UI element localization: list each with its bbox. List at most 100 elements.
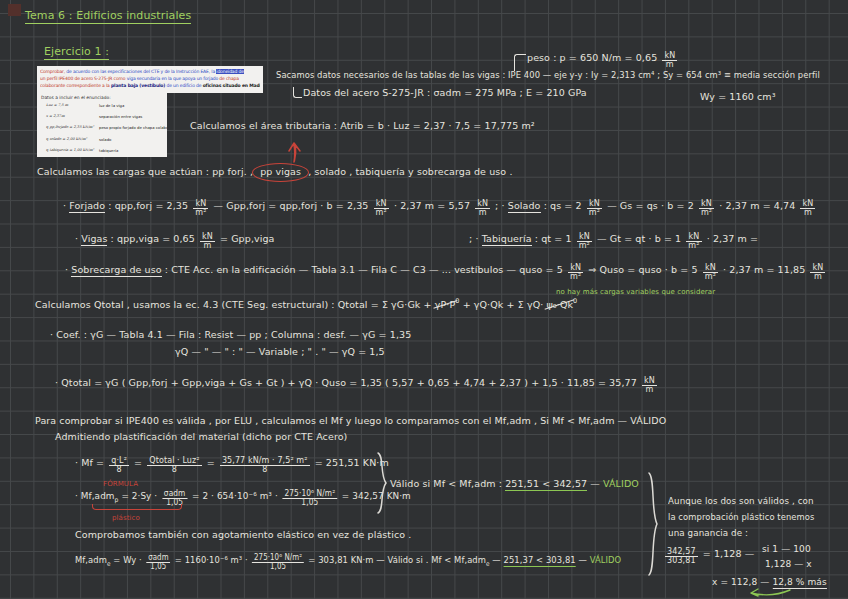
text-segment: · Qtotal = γG ( Gpp,forj + Gpp,viga + Gs… bbox=[55, 377, 640, 388]
text-segment: x = 112,8 — bbox=[712, 576, 772, 587]
text-segment: Calculamos las cargas que actúan : pp fo… bbox=[37, 166, 256, 177]
data-symbol: s = 2,37m bbox=[46, 114, 65, 118]
text-segment: VÁLIDO bbox=[603, 478, 639, 489]
wy-line: Wy = 1160 cm³ bbox=[700, 90, 776, 103]
area-tributaria-line: Calculamos el área tributaria : Atrib = … bbox=[190, 119, 535, 132]
text-segment: Tema 6 : Edificios industriales bbox=[25, 9, 191, 24]
statement-text: oficinas situado en Madrid bbox=[203, 83, 260, 88]
red-arrow-icon bbox=[287, 140, 305, 164]
text-segment: · 2,37 m = 5,57 bbox=[391, 200, 473, 211]
aunque-line-1: Aunque los dos son válidos , con bbox=[668, 494, 814, 507]
ganancia-line: 342,57303,81 = 1,128 — bbox=[663, 547, 754, 565]
text-segment: pp vigas bbox=[252, 163, 309, 182]
coef-g-line: · Coef. : γG — Tabla 4.1 — Fila : Resist… bbox=[50, 328, 411, 341]
text-segment: = 342,57 KN·m bbox=[339, 490, 411, 501]
text-segment: : CTE Acc. en la edificación — Tabla 3.1… bbox=[162, 264, 566, 275]
text-segment: · Mf = bbox=[75, 457, 107, 468]
data-description: luz de la viga bbox=[99, 103, 124, 108]
statement-text: idoneidad de bbox=[216, 69, 243, 74]
page-title: Tema 6 : Edificios industriales bbox=[25, 9, 191, 22]
fraction: 35,77 kN/m · 7,5² m²8 bbox=[220, 457, 310, 475]
text-segment: Forjado bbox=[69, 200, 105, 213]
text-segment: + γQ·Qk + Σ γQ· bbox=[460, 299, 547, 310]
text-segment: = Wy · bbox=[111, 554, 145, 565]
data-description: separación entre vigas bbox=[99, 114, 142, 119]
comprobamos-line: Comprobamos también con agotamiento elás… bbox=[75, 528, 411, 541]
fraction: kNm² bbox=[587, 200, 602, 218]
problem-data-image: Datos a incluir en el enunciado: Luz = 7… bbox=[37, 93, 167, 157]
text-segment: — Gpp,forj = qpp,forj · b = 2,35 bbox=[210, 200, 371, 211]
fraction: kNm² bbox=[568, 264, 583, 282]
text-segment: = 1160·10⁻⁶ m³ · bbox=[172, 554, 250, 565]
data-box-row: Luz = 7,5 mluz de la viga bbox=[41, 100, 163, 111]
text-segment: Datos del acero S-275-JR : σadm = 275 MP… bbox=[303, 87, 587, 98]
data-symbol: q solado = 2,00 kN/m² bbox=[46, 137, 87, 141]
statement-text: de chapa bbox=[219, 76, 239, 81]
text-segment: · Mf,adm bbox=[75, 490, 115, 501]
text-segment: FÓRMULA bbox=[103, 480, 138, 488]
data-symbol: q pp,forjado = 2,35 kN/m² bbox=[46, 125, 94, 129]
plastico-bracket-icon bbox=[92, 504, 182, 510]
fraction: kNm bbox=[810, 264, 825, 282]
text-segment: : qpp,viga = 0,65 bbox=[107, 233, 198, 244]
coef-q-line: γQ — " — " : " — Variable ; " . " — γQ =… bbox=[175, 345, 385, 358]
data-description: peso propio forjado de chapa colaborante bbox=[99, 125, 167, 130]
brace-ganancia bbox=[647, 472, 661, 576]
text-segment: Vigas bbox=[81, 233, 107, 246]
data-box-row: q tabiquería = 1,00 kN/m²tabiquería bbox=[41, 145, 163, 156]
mfadm-elastico-line: Mf,adme = Wy · σadm1,05 = 1160·10⁻⁶ m³ ·… bbox=[75, 553, 621, 571]
fraction: 275·10⁶ N/m²1,05 bbox=[252, 554, 304, 572]
text-segment: Comprobamos también con agotamiento elás… bbox=[75, 529, 411, 540]
fraction: kNm bbox=[800, 200, 815, 218]
forjado-solado-line: · Forjado : qpp,forj = 2,35 kNm² — Gpp,f… bbox=[63, 199, 817, 217]
text-segment: Ejercicio 1 : bbox=[44, 45, 109, 60]
statement-text: colaborante correspondiente a la bbox=[40, 83, 111, 88]
x-result-line: x = 112,8 — 12,8 % más bbox=[712, 575, 827, 588]
fraction: kNm bbox=[662, 52, 677, 70]
text-segment: Tabiquería bbox=[482, 233, 532, 246]
text-segment: Aunque los dos son válidos , con bbox=[668, 495, 814, 506]
peso-bracket-icon bbox=[514, 54, 526, 71]
fraction: kNm bbox=[475, 200, 490, 218]
exercise-heading: Ejercicio 1 : bbox=[44, 45, 109, 58]
text-segment: γQ — " — " : " — Variable ; " . " — γQ =… bbox=[175, 346, 385, 357]
text-segment: = 2 · 654·10⁻⁶ m³ · bbox=[189, 490, 281, 501]
corner-marker bbox=[8, 4, 21, 16]
text-segment: — bbox=[587, 478, 603, 489]
regla-tres-line-1: si 1 — 100 bbox=[762, 542, 811, 555]
text-segment: = Gpp,viga bbox=[217, 233, 275, 244]
data-box-row: q solado = 2,00 kN/m² solado bbox=[41, 134, 163, 145]
tabiqueria-line: ; · Tabiquería : qt = 1 kNm² — Gt = qt ·… bbox=[469, 232, 758, 250]
text-segment: ψ₀·Qk bbox=[546, 298, 573, 311]
text-segment: plástico bbox=[112, 514, 140, 522]
text-segment: : qpp,forj = 2,35 bbox=[105, 200, 191, 211]
text-segment: ; · bbox=[492, 200, 508, 211]
text-segment: — Gt = qt · b = 1 bbox=[594, 233, 684, 244]
fraction: kNm² bbox=[699, 200, 714, 218]
text-segment: ⇒ Quso = quso · b = 5 bbox=[585, 264, 701, 275]
admitiendo-line: Admitiendo plastificación del material (… bbox=[55, 430, 347, 443]
text-segment: Solado bbox=[508, 200, 541, 213]
text-segment: no hay más cargas variables que consider… bbox=[556, 288, 715, 296]
statement-text: en la que apoya un forjado bbox=[160, 76, 219, 81]
green-arrow-icon bbox=[748, 588, 792, 599]
text-segment: 1,128 — x bbox=[765, 558, 812, 569]
data-box-row: q pp,forjado = 2,35 kN/m²peso propio for… bbox=[41, 122, 163, 133]
fraction: kNm² bbox=[374, 200, 389, 218]
text-segment: Calculamos el área tributaria : Atrib = … bbox=[190, 120, 535, 131]
data-box-row: s = 2,37m separación entre vigas bbox=[41, 111, 163, 122]
para-comprobar-line: Para comprobar si IPE400 es válida , por… bbox=[35, 414, 666, 427]
text-segment: si 1 — 100 bbox=[762, 543, 811, 554]
text-segment: · Coef. : γG — Tabla 4.1 — Fila : Resist… bbox=[50, 329, 411, 340]
data-description: solado bbox=[99, 137, 111, 142]
text-segment: 251,51 < 342,57 bbox=[505, 478, 587, 491]
text-segment: 12,8 % más bbox=[772, 576, 826, 589]
fraction: σadm1,05 bbox=[146, 554, 170, 572]
fraction: kNm bbox=[642, 377, 657, 395]
text-segment: Calculamos Qtotal , usamos la ec. 4.3 (C… bbox=[35, 299, 435, 310]
text-segment: , solado , tabiquería y sobrecarga de us… bbox=[305, 166, 512, 177]
text-segment: Admitiendo plastificación del material (… bbox=[55, 431, 347, 442]
text-segment: 251,37 < 303,81 bbox=[504, 554, 576, 567]
statement-text: viga secundaria bbox=[127, 76, 160, 81]
text-segment: · 2,37 m = 4,74 bbox=[716, 200, 798, 211]
